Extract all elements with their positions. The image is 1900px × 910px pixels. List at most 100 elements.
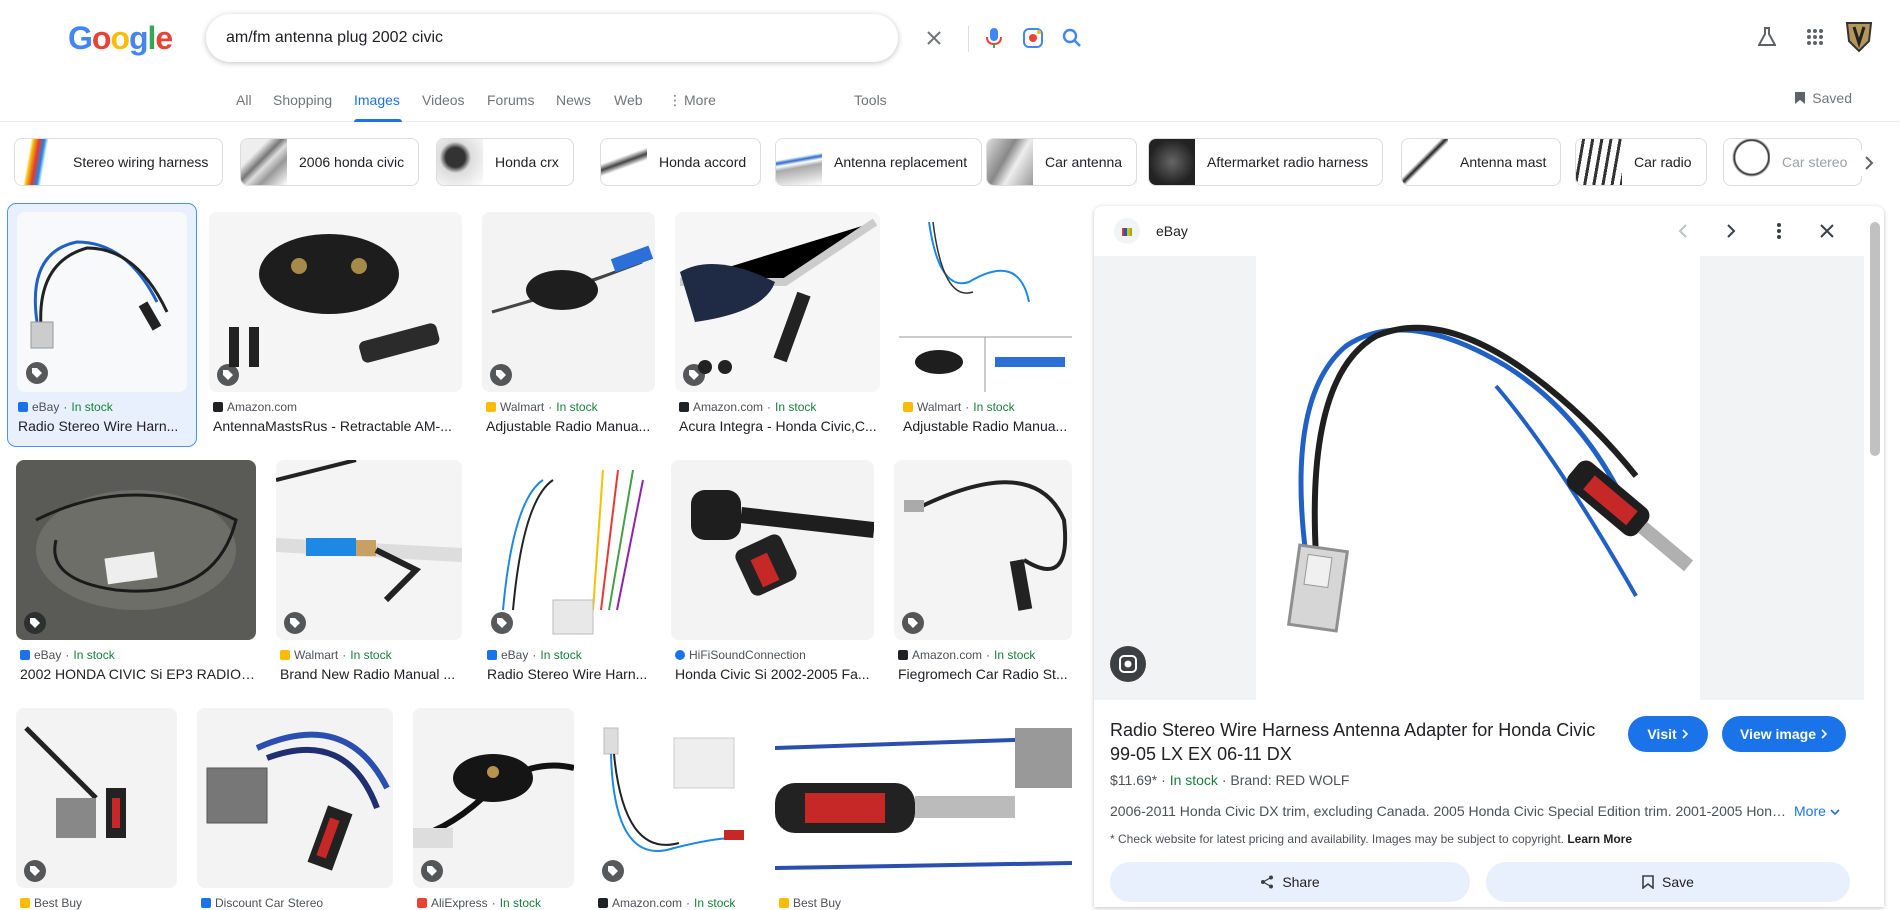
source-name: Amazon.com <box>693 400 764 414</box>
panel-title[interactable]: Radio Stereo Wire Harness Antenna Adapte… <box>1110 718 1610 766</box>
tab-all[interactable]: All <box>236 92 252 108</box>
search-tabs: All Shopping Images Videos Forums News W… <box>0 78 1900 122</box>
labs-flask-icon[interactable] <box>1752 22 1782 52</box>
tab-tools[interactable]: Tools <box>854 92 887 108</box>
result-title[interactable]: 2002 HONDA CIVIC Si EP3 RADIO ... <box>20 666 256 682</box>
result-image[interactable] <box>775 708 1072 888</box>
chip-car-antenna[interactable]: Car antenna <box>986 138 1138 186</box>
chip-antenna-mast[interactable]: Antenna mast <box>1401 138 1562 186</box>
result-card[interactable]: Discount Car Stereo <box>197 708 393 910</box>
chip-aftermarket-radio-harness[interactable]: Aftermarket radio harness <box>1148 138 1384 186</box>
result-card[interactable]: eBay · In stock Radio Stereo Wire Harn... <box>7 203 197 447</box>
result-title[interactable]: Brand New Radio Manual ... <box>280 666 462 682</box>
result-card[interactable]: Amazon.com AntennaMastsRus - Retractable… <box>209 212 462 442</box>
source-name: Walmart <box>917 400 962 414</box>
tab-more[interactable]: More <box>684 92 716 108</box>
result-source: AliExpress · In stock <box>417 896 541 910</box>
chip-label: Antenna replacement <box>834 154 968 170</box>
result-card[interactable]: Walmart · In stock Adjustable Radio Manua.… <box>899 212 1072 442</box>
bookmark-icon <box>1642 875 1654 889</box>
share-label: Share <box>1282 874 1320 890</box>
chip-thumbnail <box>776 139 822 185</box>
visual-search-lens-icon[interactable] <box>1110 646 1146 682</box>
result-image[interactable] <box>899 212 1072 392</box>
share-button[interactable]: Share <box>1110 862 1470 902</box>
result-image[interactable] <box>276 460 462 640</box>
copyright-note: * Check website for latest pricing and a… <box>1110 832 1632 846</box>
panel-scrollbar-thumb[interactable] <box>1870 222 1880 456</box>
tab-news[interactable]: News <box>556 92 591 108</box>
view-image-button[interactable]: View image <box>1722 716 1846 752</box>
result-card[interactable]: eBay · In stock Radio Stereo Wire Harn... <box>483 460 650 690</box>
tab-shopping[interactable]: Shopping <box>273 92 332 108</box>
learn-more-link[interactable]: Learn More <box>1567 832 1632 846</box>
result-title[interactable]: Radio Stereo Wire Harn... <box>487 666 650 682</box>
result-card[interactable]: Amazon.com · In stock <box>594 708 755 910</box>
result-title[interactable]: Adjustable Radio Manua... <box>903 418 1072 434</box>
clear-icon[interactable] <box>922 26 946 50</box>
result-title[interactable]: Fiegromech Car Radio St... <box>898 666 1072 682</box>
panel-source[interactable]: eBay <box>1156 223 1188 239</box>
result-image[interactable] <box>894 460 1072 640</box>
save-button[interactable]: Save <box>1486 862 1850 902</box>
search-input[interactable] <box>226 26 726 50</box>
result-card[interactable]: AliExpress · In stock <box>413 708 574 910</box>
preview-image[interactable] <box>1256 256 1700 700</box>
search-icon[interactable] <box>1060 26 1084 50</box>
result-source: Amazon.com <box>213 400 297 414</box>
tab-forums[interactable]: Forums <box>487 92 534 108</box>
tab-more-dots-icon[interactable]: ⋮ <box>668 92 682 109</box>
source-favicon <box>486 402 496 412</box>
result-image[interactable] <box>671 460 874 640</box>
avatar[interactable] <box>1842 20 1876 54</box>
tab-images[interactable]: Images <box>354 92 400 108</box>
lens-icon[interactable] <box>1021 26 1045 50</box>
tab-web[interactable]: Web <box>614 92 643 108</box>
source-name: eBay <box>32 400 60 414</box>
result-card[interactable]: HiFiSoundConnection Honda Civic Si 2002-… <box>671 460 874 690</box>
chip-label: Stereo wiring harness <box>73 154 209 170</box>
source-name: Best Buy <box>793 896 842 910</box>
result-title[interactable]: Adjustable Radio Manua... <box>486 418 655 434</box>
result-card[interactable]: Best Buy <box>775 708 1072 910</box>
result-card[interactable]: eBay · In stock 2002 HONDA CIVIC Si EP3 RA… <box>16 460 256 690</box>
price: $11.69* <box>1110 772 1158 788</box>
result-image[interactable] <box>197 708 393 888</box>
visit-button[interactable]: Visit <box>1628 716 1708 752</box>
next-arrow-icon[interactable] <box>1718 218 1744 244</box>
source-favicon <box>675 650 685 660</box>
result-card[interactable]: Best Buy <box>16 708 177 910</box>
google-logo[interactable]: Google <box>68 20 173 57</box>
tab-videos[interactable]: Videos <box>422 92 465 108</box>
result-image[interactable] <box>482 212 655 392</box>
result-title[interactable]: Acura Integra - Honda Civic,C... <box>679 418 880 434</box>
saved-link[interactable]: Saved <box>1794 90 1852 106</box>
chips-next-arrow-icon[interactable] <box>1856 150 1882 176</box>
previous-arrow-icon[interactable] <box>1670 218 1696 244</box>
chip-antenna-replacement[interactable]: Antenna replacement <box>775 138 983 186</box>
chip-2006-honda-civic[interactable]: 2006 honda civic <box>240 138 420 186</box>
chip-stereo-wiring-harness[interactable]: Stereo wiring harness <box>14 138 224 186</box>
more-description-link[interactable]: More <box>1794 803 1840 819</box>
result-image[interactable] <box>675 212 880 392</box>
result-title[interactable]: Honda Civic Si 2002-2005 Fa... <box>675 666 874 682</box>
chip-car-radio[interactable]: Car radio <box>1575 138 1707 186</box>
result-card[interactable]: Walmart · In stock Adjustable Radio Manua.… <box>482 212 655 442</box>
result-image[interactable] <box>16 460 256 640</box>
chip-honda-accord[interactable]: Honda accord <box>600 138 762 186</box>
chip-honda-crx[interactable]: Honda crx <box>436 138 574 186</box>
more-options-icon[interactable] <box>1766 218 1792 244</box>
chip-thumbnail <box>1149 139 1195 185</box>
result-title[interactable]: AntennaMastsRus - Retractable AM-... <box>213 418 462 434</box>
result-card[interactable]: Amazon.com · In stock Acura Integra - Hond… <box>675 212 880 442</box>
result-title[interactable]: Radio Stereo Wire Harn... <box>18 418 190 434</box>
chip-car-stereo[interactable]: Car stereo <box>1723 138 1863 186</box>
result-card[interactable]: Walmart · In stock Brand New Radio Manual … <box>276 460 462 690</box>
result-image[interactable] <box>209 212 462 392</box>
product-tag-icon <box>26 362 48 384</box>
apps-grid-icon[interactable] <box>1800 22 1830 52</box>
close-icon[interactable] <box>1814 218 1840 244</box>
microphone-icon[interactable] <box>982 26 1006 50</box>
result-card[interactable]: Amazon.com · In stock Fiegromech Car Radio… <box>894 460 1072 690</box>
result-source: Walmart · In stock <box>486 400 598 414</box>
